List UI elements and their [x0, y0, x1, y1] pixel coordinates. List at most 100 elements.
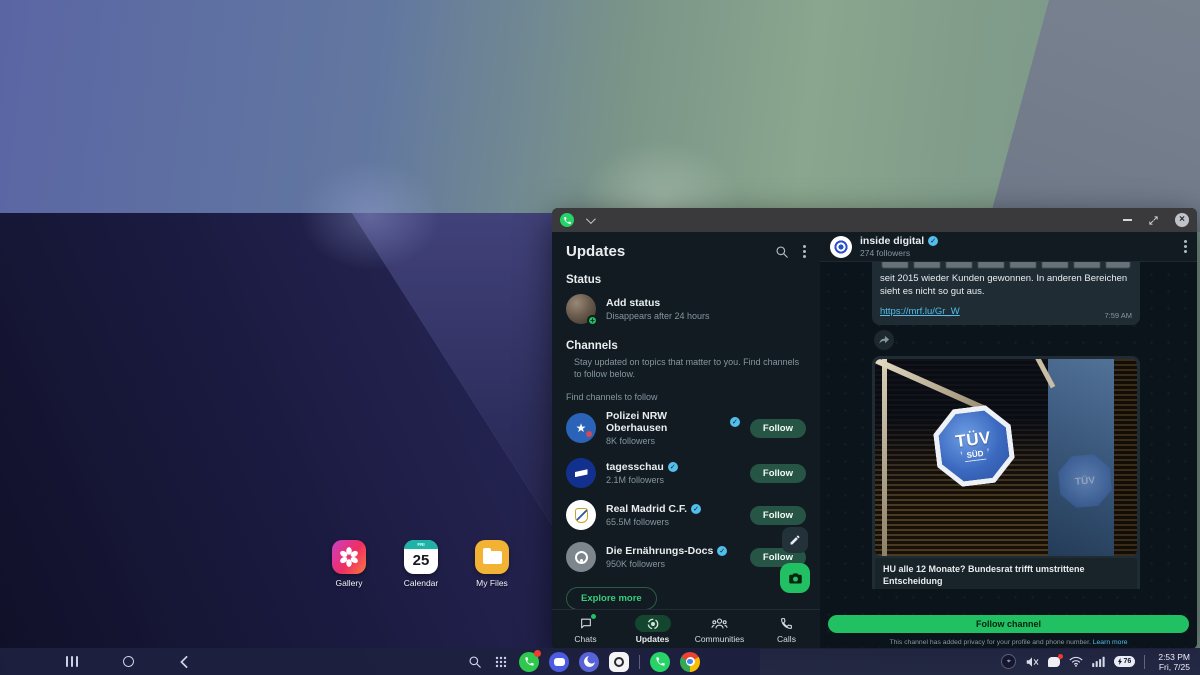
maximize-button[interactable] — [1148, 215, 1159, 226]
forward-button[interactable] — [874, 330, 894, 350]
channel-name: tagesschau — [606, 461, 664, 473]
channel-followers: 2.1M followers — [606, 475, 678, 485]
home-button[interactable] — [120, 654, 136, 670]
message-text: seit 2015 wieder Kunden gewonnen. In and… — [880, 272, 1132, 298]
channel-row[interactable]: tagesschau ✓ 2.1M followers Follow — [552, 452, 820, 494]
my-status-avatar[interactable]: + — [566, 294, 596, 324]
desktop-icon-calendar[interactable]: FRI 25 Calendar — [389, 540, 453, 588]
channel-row[interactable]: Real Madrid C.F.✓ 65.5M followers Follow — [552, 494, 820, 536]
link-preview[interactable]: HU alle 12 Monate? Bundesrat trifft umst… — [875, 558, 1137, 589]
calendar-day: 25 — [404, 549, 438, 572]
chats-badge — [590, 613, 597, 620]
channel-followers: 950K followers — [606, 559, 727, 569]
page-title: Updates — [566, 243, 625, 260]
chrome-app-icon[interactable] — [680, 652, 700, 672]
edit-status-button[interactable] — [782, 527, 808, 553]
message-time: 7:59 AM — [1104, 311, 1132, 320]
desktop: Gallery FRI 25 Calendar My Files × — [0, 0, 1200, 675]
all-apps-button[interactable] — [493, 654, 509, 670]
window-titlebar[interactable]: × — [552, 208, 1197, 232]
communities-icon — [711, 617, 728, 630]
verified-icon: ✓ — [730, 417, 740, 427]
gallery-icon[interactable] — [332, 540, 366, 574]
verified-icon: ✓ — [668, 462, 678, 472]
channel-feed[interactable]: seit 2015 wieder Kunden gewonnen. In and… — [820, 262, 1197, 589]
battery-indicator[interactable]: 76 — [1114, 656, 1135, 667]
messages-app-icon[interactable] — [549, 652, 569, 672]
verified-icon: ✓ — [928, 236, 938, 246]
desktop-icon-gallery[interactable]: Gallery — [317, 540, 381, 588]
desktop-icon-label: Gallery — [317, 578, 381, 588]
add-status-row[interactable]: + Add status Disappears after 24 hours — [552, 290, 820, 330]
flower-glyph — [338, 546, 360, 568]
search-icon — [468, 655, 482, 669]
back-button[interactable] — [176, 654, 192, 670]
channel-name: Real Madrid C.F. — [606, 503, 687, 515]
taskbar-divider — [1144, 655, 1145, 669]
tab-chats[interactable]: Chats — [552, 610, 619, 649]
follow-button[interactable]: Follow — [750, 419, 806, 438]
tab-updates[interactable]: Updates — [619, 610, 686, 649]
updates-icon — [646, 617, 660, 631]
explore-more-button[interactable]: Explore more — [566, 587, 657, 610]
pencil-icon — [789, 534, 801, 546]
verified-icon: ✓ — [691, 504, 701, 514]
calendar-icon[interactable]: FRI 25 — [404, 540, 438, 574]
channel-panel: inside digital ✓ 274 followers seit 2015 … — [820, 232, 1197, 649]
notification-badge — [1058, 654, 1063, 659]
channel-row[interactable]: ★ Polizei NRW Oberhausen✓ 8K followers F… — [552, 404, 820, 452]
wifi-icon[interactable] — [1069, 656, 1083, 667]
recents-button[interactable] — [64, 654, 80, 670]
desktop-icon-my-files[interactable]: My Files — [460, 540, 524, 588]
close-button[interactable]: × — [1175, 213, 1189, 227]
channel-name: Polizei NRW Oberhausen — [606, 410, 726, 434]
camera-status-button[interactable] — [780, 563, 810, 593]
status-section-header: Status — [552, 264, 820, 290]
phone-app-icon[interactable] — [519, 652, 539, 672]
volume-muted-icon[interactable] — [1025, 656, 1039, 668]
taskbar-search-button[interactable] — [467, 654, 483, 670]
channel-avatar — [566, 458, 596, 488]
search-icon[interactable] — [775, 245, 789, 259]
cellular-signal-icon[interactable] — [1092, 656, 1105, 667]
wallpaper-glow — [300, 160, 440, 270]
channel-name: inside digital — [860, 235, 924, 247]
message-link[interactable]: https://mrf.lu/Gr_W — [880, 306, 960, 317]
message-image-tuv-sued-building[interactable]: TÜV TÜV SÜD — [875, 359, 1137, 556]
channel-followers: 274 followers — [860, 248, 938, 258]
desktop-icon-label: Calendar — [389, 578, 453, 588]
channel-avatar[interactable] — [830, 236, 852, 258]
message-bubble[interactable]: TÜV TÜV SÜD HU alle 12 Monate? Bundesrat… — [872, 356, 1140, 589]
capture-icon[interactable]: ⌖ — [1001, 654, 1016, 669]
notification-badge — [534, 650, 541, 657]
updates-panel: Updates Status + Add stat — [552, 232, 820, 649]
chevron-down-icon[interactable] — [586, 214, 596, 224]
clock-date: Fri, 7/25 — [1158, 662, 1190, 672]
more-menu-icon[interactable] — [803, 245, 806, 258]
channel-menu-icon[interactable] — [1184, 240, 1187, 253]
follow-button[interactable]: Follow — [750, 464, 806, 483]
clock[interactable]: 2:53 PM Fri, 7/25 — [1158, 652, 1190, 672]
my-files-icon[interactable] — [475, 540, 509, 574]
minimize-button[interactable] — [1123, 219, 1132, 221]
find-channels-label: Find channels to follow — [552, 382, 820, 404]
message-bubble[interactable]: seit 2015 wieder Kunden gewonnen. In and… — [872, 262, 1140, 325]
follow-button[interactable]: Follow — [750, 506, 806, 525]
channel-header[interactable]: inside digital ✓ 274 followers — [820, 232, 1197, 262]
privacy-note: This channel has added privacy for your … — [820, 639, 1197, 646]
chat-notification-icon[interactable] — [1048, 657, 1060, 667]
camera-app-icon[interactable] — [609, 652, 629, 672]
internet-app-icon[interactable] — [579, 652, 599, 672]
tab-calls[interactable]: Calls — [753, 610, 820, 649]
desktop-icon-label: My Files — [460, 578, 524, 588]
clock-time: 2:53 PM — [1158, 652, 1190, 662]
add-status-subtitle: Disappears after 24 hours — [606, 311, 710, 321]
learn-more-link[interactable]: Learn more — [1093, 639, 1128, 646]
tab-communities[interactable]: Communities — [686, 610, 753, 649]
calendar-weekday: FRI — [404, 540, 438, 549]
channel-followers: 8K followers — [606, 436, 740, 446]
follow-channel-button[interactable]: Follow channel — [828, 615, 1189, 633]
whatsapp-app-icon[interactable] — [650, 652, 670, 672]
forward-icon — [879, 335, 890, 345]
taskbar: ⌖ — [0, 648, 1200, 675]
